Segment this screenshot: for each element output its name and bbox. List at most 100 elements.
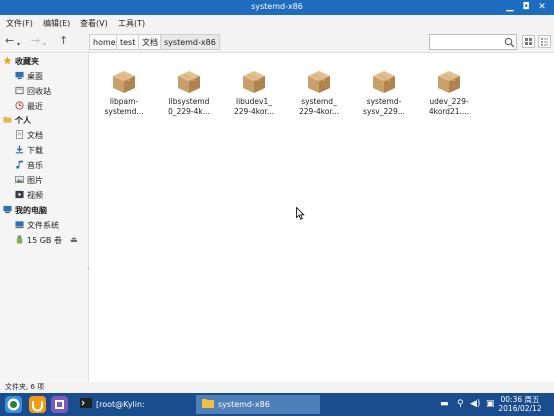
package-icon [178,71,200,93]
task-file-manager[interactable]: systemd-x86 [196,395,320,414]
file-name-line: 4kord21.... [428,107,470,116]
file-name: libudev1_ 229-4kor... [223,97,285,117]
search-box[interactable] [429,34,517,50]
file-item[interactable]: systemd-sysv_229... [353,69,415,117]
file-item[interactable]: libudev1_ 229-4kor... [223,69,285,117]
file-name-line: libsystemd [168,97,210,106]
file-item[interactable]: libpam-systemd... [93,69,155,117]
filesystem-icon [15,221,24,229]
maximize-button[interactable]: ◘ [518,0,534,15]
sidebar-item-label: 音乐 [27,161,43,170]
network-icon[interactable]: ⚲ [457,399,464,409]
package-icon [438,71,460,93]
sidebar-item-label: 桌面 [27,72,43,81]
desktop-icon [15,71,24,80]
picture-icon [15,175,24,184]
file-name: systemd_ 229-4kor... [288,97,350,117]
volume-icon[interactable]: ◀) [470,399,480,409]
forward-dropdown-icon[interactable]: ▾ [43,39,46,51]
icon-view-button[interactable] [522,35,535,48]
sidebar-item-label: 下载 [27,146,43,155]
status-text: 文件夹, 6 项 [5,383,45,391]
window-title: systemd-x86 [251,2,303,11]
taskbar: [root@Kylin: /home/tes... systemd-x86 ▬ … [0,393,554,416]
sidebar-item-trash[interactable]: 回收站 [15,86,51,97]
menu-tools[interactable]: 工具(T) [118,18,145,29]
video-icon [15,190,24,199]
browser-icon [32,401,43,412]
breadcrumb-docs[interactable]: 文档 [138,34,162,50]
file-item[interactable]: systemd_ 229-4kor... [288,69,350,117]
sidebar-item-videos[interactable]: 视频 [15,190,43,201]
file-name-line: udev_229- [429,97,469,106]
file-name-line: systemd_ [301,97,337,106]
file-name-line: systemd- [366,97,402,106]
menu-view[interactable]: 查看(V) [80,18,108,29]
menu-file[interactable]: 文件(F) [6,18,33,29]
menu-edit[interactable]: 编辑(E) [43,18,70,29]
sidebar: 收藏夹 桌面 回收站 最近 个人 文档 下载 音乐 图片 视频 我的电脑 文件系… [0,53,90,382]
sidebar-section-favorites[interactable]: 收藏夹 [3,56,39,67]
sidebar-item-filesystem[interactable]: 文件系统 [15,220,59,231]
file-manager-icon [55,400,64,409]
task-terminal[interactable]: [root@Kylin: /home/tes... [74,395,194,414]
usb-drive-icon [16,235,23,244]
launcher-files[interactable] [51,396,68,413]
battery-icon[interactable]: ▣ [486,399,495,409]
forward-button[interactable]: → [31,35,40,47]
package-icon [243,71,265,93]
window-titlebar: systemd-x86 ▁ ◘ ✕ [0,0,554,15]
minimize-button[interactable]: ▁ [502,0,518,15]
start-menu-button[interactable] [5,396,22,413]
launcher-browser[interactable] [29,396,46,413]
search-input[interactable] [432,37,500,48]
breadcrumb-current[interactable]: systemd-x86 [160,34,220,50]
breadcrumb-test[interactable]: test [116,34,140,50]
file-name: libpam-systemd... [93,97,155,117]
grid-view-icon [525,38,532,45]
recent-icon [15,101,24,110]
eject-icon[interactable]: ⏏ [70,235,78,244]
sidebar-item-label: 15 GB 卷 [27,236,62,245]
file-name-line: libpam- [109,97,139,106]
sidebar-item-recent[interactable]: 最近 [15,101,43,112]
sidebar-section-label: 我的电脑 [15,206,47,215]
music-icon [16,160,24,169]
status-bar: 文件夹, 6 项 [0,382,554,393]
up-button[interactable]: ↑ [59,35,68,47]
sidebar-section-computer[interactable]: 我的电脑 [3,205,47,216]
sidebar-section-personal[interactable]: 个人 [3,115,31,126]
back-button[interactable]: ← [5,35,14,47]
file-name-line: 0_229-4k... [168,107,210,116]
sidebar-item-documents[interactable]: 文档 [15,130,43,141]
sidebar-item-volume[interactable]: 15 GB 卷 [15,235,62,246]
sidebar-item-music[interactable]: 音乐 [15,160,43,171]
clock[interactable]: 00:36 周五 2016/02/12 [498,395,542,413]
search-icon[interactable] [504,37,515,48]
download-icon [15,145,24,154]
clock-date: 2016/02/12 [498,404,542,413]
trash-icon [15,86,24,95]
file-name-line: systemd... [104,107,144,116]
sidebar-item-label: 最近 [27,102,43,111]
file-name-line: 229-4kor... [233,107,274,116]
document-icon [15,130,24,139]
start-icon [7,398,20,411]
toolbar: ← ▾ → ▾ ↑ home test 文档 systemd-x86 [0,31,554,53]
file-name: libsystemd 0_229-4k... [158,97,220,117]
list-view-icon [541,38,548,46]
file-view[interactable]: libpam-systemd... libsystemd 0_229-4k... li… [90,53,554,382]
list-view-button[interactable] [538,35,551,48]
file-item[interactable]: libsystemd 0_229-4k... [158,69,220,117]
sidebar-section-label: 收藏夹 [15,57,39,66]
sidebar-item-downloads[interactable]: 下载 [15,145,43,156]
back-dropdown-icon[interactable]: ▾ [17,39,20,51]
sidebar-item-pictures[interactable]: 图片 [15,175,43,186]
close-button[interactable]: ✕ [534,0,550,15]
sidebar-item-label: 文档 [27,131,43,140]
file-name-line: libudev1_ [235,97,273,106]
mouse-cursor-icon [296,207,305,220]
sidebar-item-desktop[interactable]: 桌面 [15,71,43,82]
file-item[interactable]: udev_229- 4kord21.... [418,69,480,117]
input-method-icon[interactable]: ▬ [440,399,449,409]
